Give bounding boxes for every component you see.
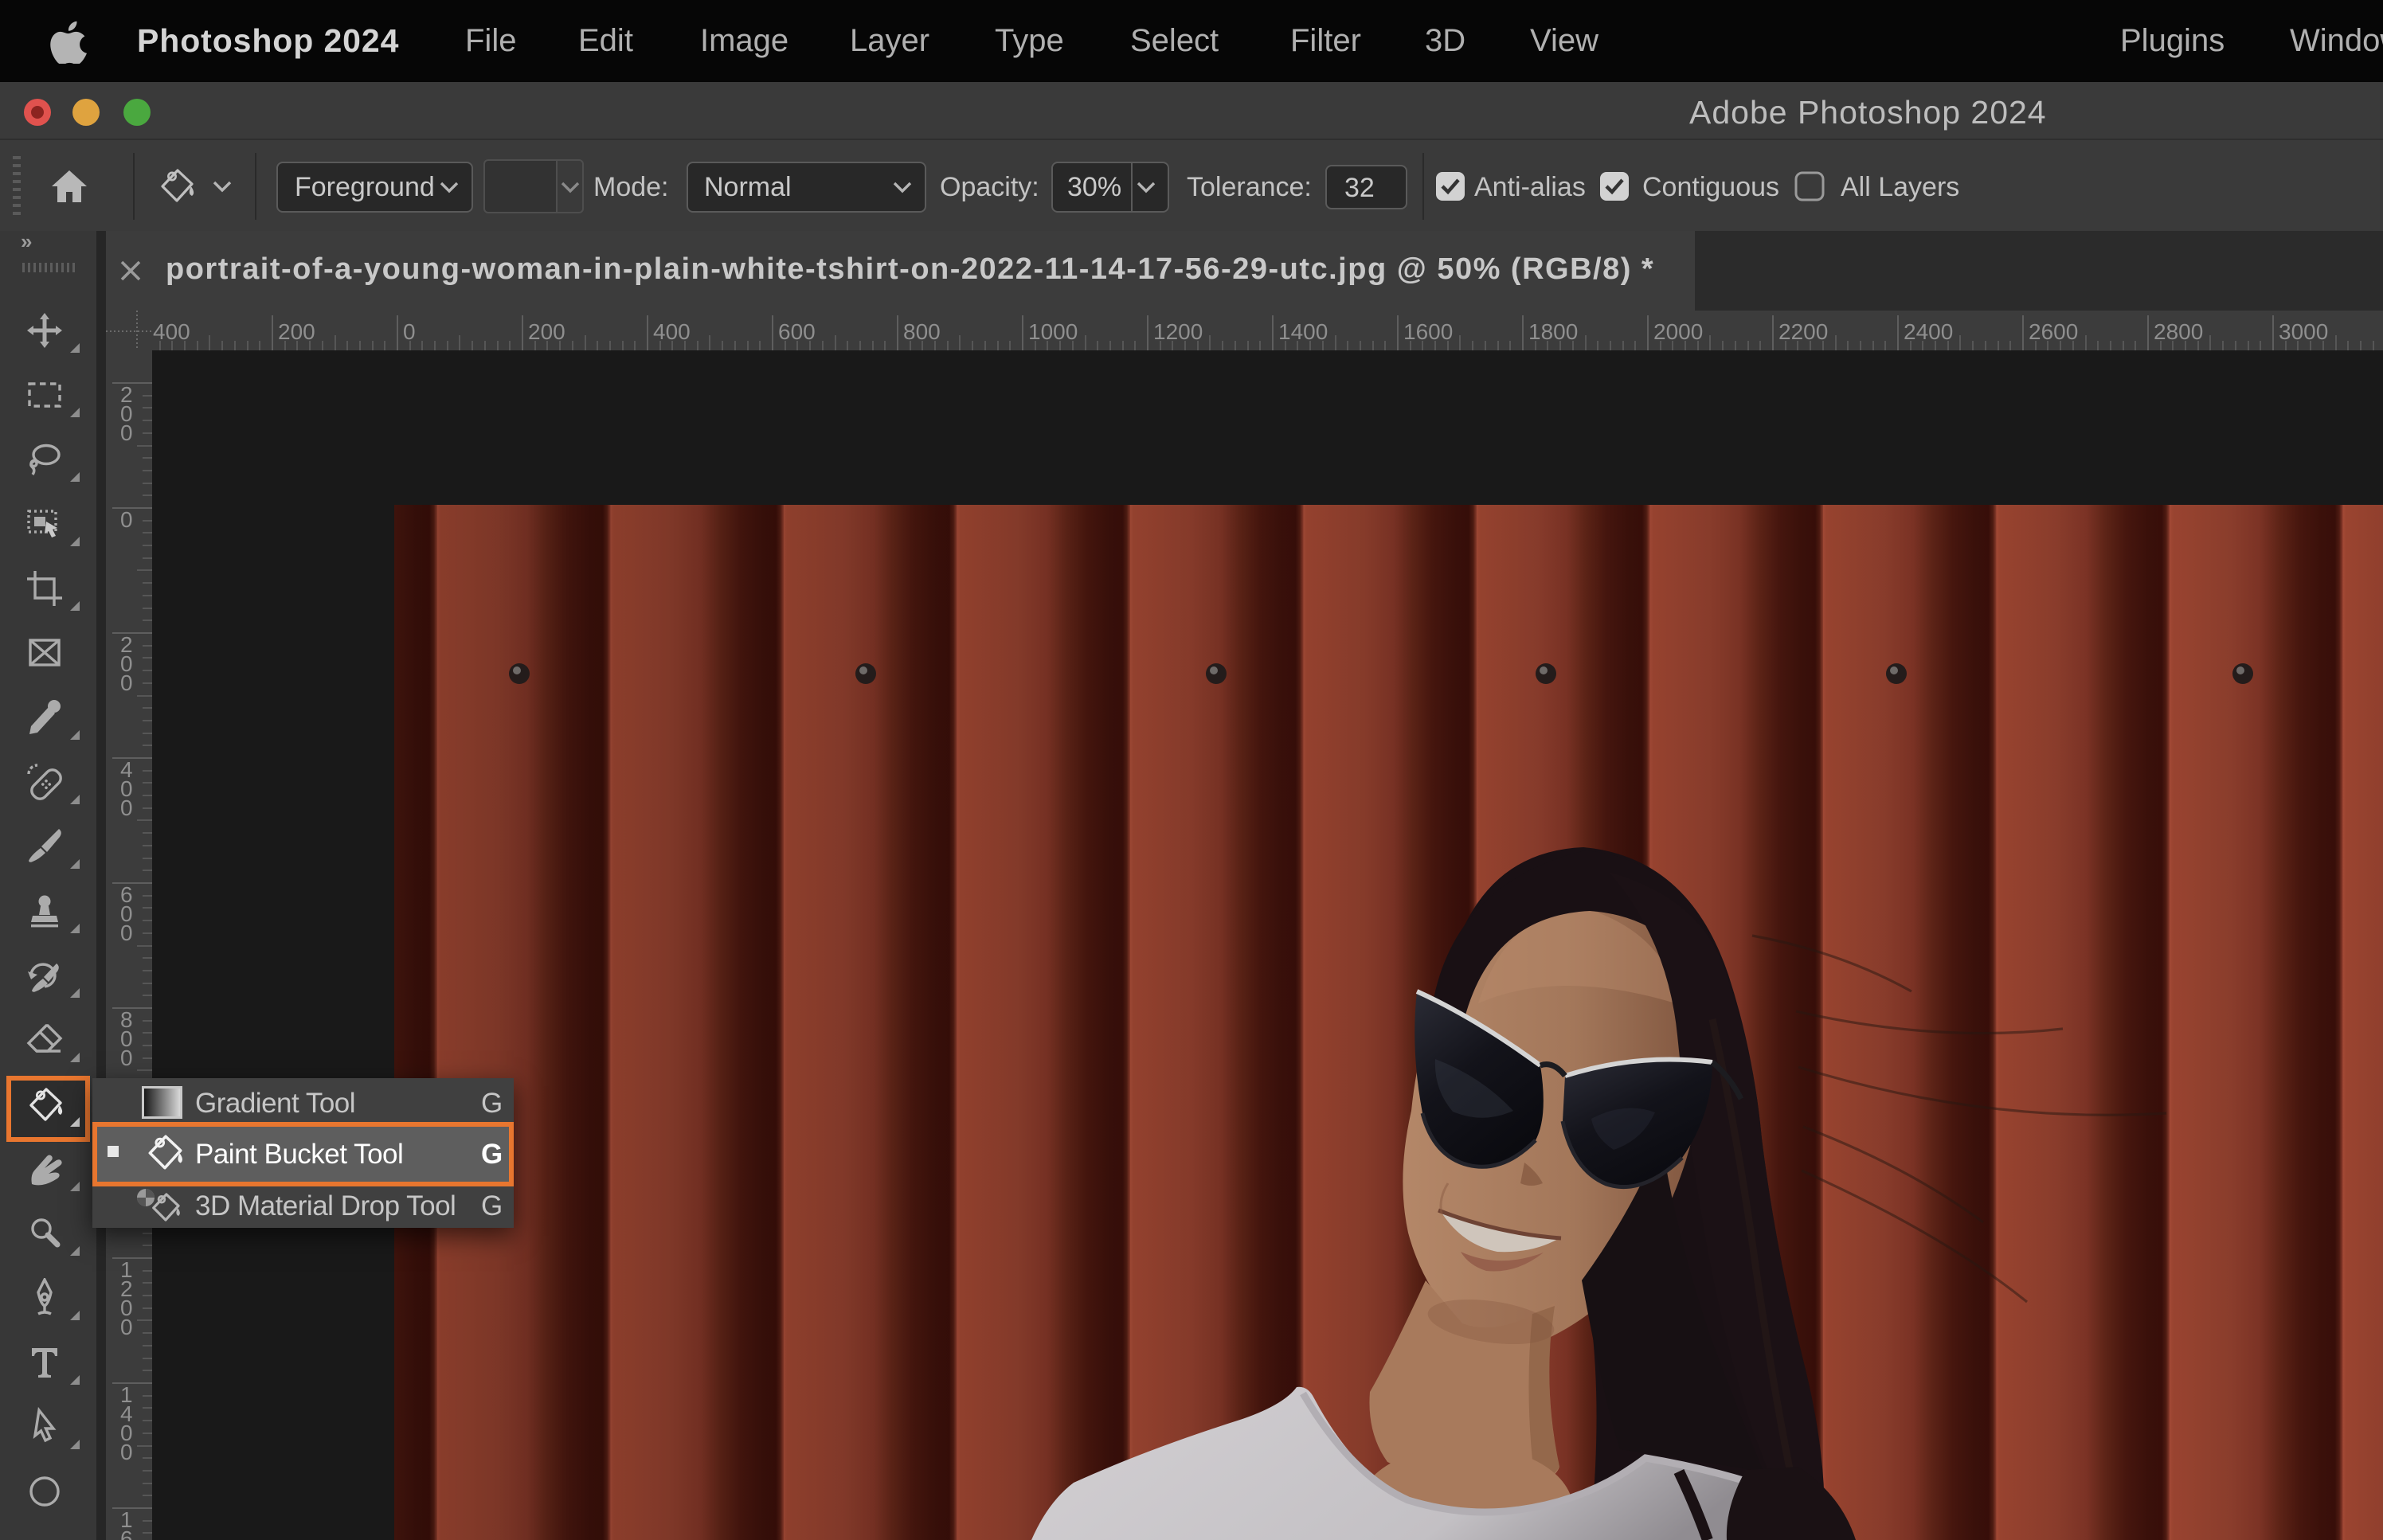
svg-text:0: 0	[120, 1440, 133, 1464]
svg-text:400: 400	[653, 319, 691, 344]
svg-text:2600: 2600	[2029, 319, 2078, 344]
svg-text:1800: 1800	[1528, 319, 1578, 344]
svg-text:1000: 1000	[1028, 319, 1078, 344]
svg-text:0: 0	[120, 795, 133, 820]
svg-text:200: 200	[528, 319, 565, 344]
svg-text:0: 0	[120, 1315, 133, 1339]
svg-text:6: 6	[120, 1526, 133, 1540]
svg-text:0: 0	[120, 420, 133, 445]
svg-text:400: 400	[153, 319, 190, 344]
svg-text:2000: 2000	[1653, 319, 1703, 344]
svg-text:800: 800	[903, 319, 941, 344]
svg-text:1400: 1400	[1278, 319, 1328, 344]
svg-text:200: 200	[278, 319, 315, 344]
svg-text:2200: 2200	[1778, 319, 1828, 344]
svg-text:1600: 1600	[1403, 319, 1453, 344]
svg-text:0: 0	[120, 920, 133, 945]
svg-text:2400: 2400	[1904, 319, 1953, 344]
svg-text:0: 0	[403, 319, 416, 344]
svg-text:600: 600	[778, 319, 816, 344]
svg-text:0: 0	[120, 670, 133, 695]
svg-text:1200: 1200	[1153, 319, 1203, 344]
svg-text:3000: 3000	[2279, 319, 2328, 344]
svg-text:0: 0	[120, 507, 133, 532]
svg-text:2800: 2800	[2154, 319, 2203, 344]
svg-text:0: 0	[120, 1046, 133, 1070]
